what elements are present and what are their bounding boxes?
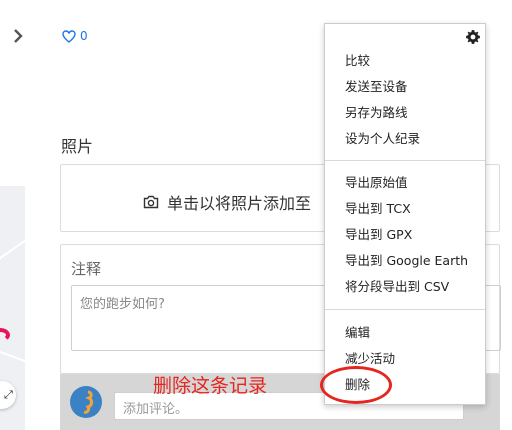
- camera-icon: [143, 195, 159, 209]
- menu-group-export: 导出原始值 导出到 TCX 导出到 GPX 导出到 Google Earth 将…: [325, 170, 485, 300]
- fullscreen-button[interactable]: ⤢: [0, 381, 16, 409]
- like-count: 0: [80, 29, 88, 43]
- menu-item-export-google-earth[interactable]: 导出到 Google Earth: [325, 248, 485, 274]
- add-photo-button[interactable]: 单击以将照片添加至: [143, 190, 311, 214]
- menu-item-compare[interactable]: 比较: [325, 48, 485, 74]
- heart-icon: [62, 29, 76, 43]
- menu-group-general: 比较 发送至设备 另存为路线 设为个人纪录: [325, 48, 485, 152]
- notes-label: 注释: [71, 260, 102, 278]
- menu-divider: [325, 309, 485, 310]
- menu-item-export-gpx[interactable]: 导出到 GPX: [325, 222, 485, 248]
- menu-item-export-splits-csv[interactable]: 将分段导出到 CSV: [325, 274, 485, 300]
- expand-icon: ⤢: [4, 388, 13, 401]
- annotation-circle: [320, 366, 392, 404]
- photos-title: 照片: [61, 137, 94, 156]
- route-line: [0, 328, 10, 342]
- annotation-label: 删除这条记录: [153, 375, 268, 397]
- menu-item-set-as-pr[interactable]: 设为个人纪录: [325, 126, 485, 152]
- like-button[interactable]: 0: [62, 29, 88, 43]
- map-preview[interactable]: ⤢: [0, 186, 25, 430]
- gear-icon[interactable]: [465, 29, 481, 45]
- menu-item-export-tcx[interactable]: 导出到 TCX: [325, 196, 485, 222]
- menu-item-export-original[interactable]: 导出原始值: [325, 170, 485, 196]
- menu-item-edit[interactable]: 编辑: [325, 320, 485, 346]
- chevron-right-icon[interactable]: [10, 28, 26, 44]
- menu-item-save-as-course[interactable]: 另存为路线: [325, 100, 485, 126]
- menu-item-send-to-device[interactable]: 发送至设备: [325, 74, 485, 100]
- add-photo-label: 单击以将照片添加至: [167, 194, 312, 213]
- menu-divider: [325, 160, 485, 161]
- avatar: [70, 386, 102, 418]
- actions-menu: 比较 发送至设备 另存为路线 设为个人纪录 导出原始值 导出到 TCX 导出到 …: [324, 23, 486, 405]
